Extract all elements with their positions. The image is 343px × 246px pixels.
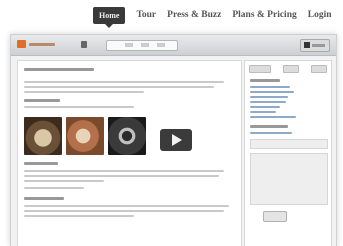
sidebar-toolbar-button bbox=[311, 65, 327, 73]
search-segment bbox=[141, 43, 149, 47]
app-main-pane bbox=[17, 60, 242, 246]
sidebar-toolbar-button bbox=[283, 65, 299, 73]
coffee-photo bbox=[24, 117, 62, 155]
app-search-box bbox=[106, 40, 178, 51]
user-name-placeholder bbox=[312, 44, 325, 47]
text-line bbox=[24, 175, 219, 177]
sidebar-link bbox=[250, 106, 280, 108]
nav-login[interactable]: Login bbox=[308, 10, 332, 20]
nav-press-buzz[interactable]: Press & Buzz bbox=[167, 10, 221, 20]
sidebar-option-box bbox=[250, 139, 328, 149]
sidebar-link bbox=[250, 101, 286, 103]
sidebar-button bbox=[263, 211, 287, 222]
text-line bbox=[24, 205, 229, 207]
sidebar-link bbox=[250, 96, 288, 98]
text-line bbox=[24, 170, 224, 172]
sidebar-heading-placeholder bbox=[250, 79, 280, 82]
text-line bbox=[24, 187, 84, 189]
avatar bbox=[304, 42, 310, 48]
nav-home[interactable]: Home bbox=[93, 6, 126, 28]
sidebar-toolbar-button bbox=[249, 65, 271, 73]
app-sidebar bbox=[244, 60, 332, 246]
text-line bbox=[24, 86, 214, 88]
sidebar-link bbox=[250, 86, 290, 88]
sidebar-heading-placeholder bbox=[250, 125, 288, 128]
app-logo bbox=[17, 40, 55, 48]
logo-mark-icon bbox=[17, 40, 26, 48]
search-segment bbox=[125, 43, 133, 47]
nav-tour[interactable]: Tour bbox=[136, 10, 156, 20]
sidebar-link bbox=[250, 132, 292, 134]
section-heading-placeholder bbox=[24, 197, 64, 200]
coffee-photo bbox=[108, 117, 146, 155]
top-navigation: Home Tour Press & Buzz Plans & Pricing L… bbox=[93, 4, 343, 28]
sidebar-toolbar bbox=[249, 65, 327, 73]
section-heading-placeholder bbox=[24, 99, 60, 102]
text-line bbox=[24, 81, 224, 83]
sidebar-link bbox=[250, 111, 276, 113]
app-user-menu bbox=[300, 39, 330, 52]
text-line bbox=[24, 106, 134, 108]
text-line bbox=[24, 210, 224, 212]
logo-wordmark bbox=[29, 42, 55, 46]
sidebar-link bbox=[250, 91, 294, 93]
search-segment bbox=[157, 43, 165, 47]
nav-plans-pricing[interactable]: Plans & Pricing bbox=[232, 10, 296, 20]
sidebar-panel bbox=[250, 153, 328, 205]
text-line bbox=[24, 91, 144, 93]
page-title-placeholder bbox=[24, 68, 94, 71]
coffee-photo bbox=[66, 117, 104, 155]
section-heading-placeholder bbox=[24, 162, 58, 165]
play-video-button[interactable] bbox=[160, 129, 192, 151]
lock-icon bbox=[81, 41, 87, 48]
text-line bbox=[24, 180, 104, 182]
app-toolbar bbox=[11, 35, 336, 56]
app-preview-frame bbox=[10, 34, 337, 246]
text-line bbox=[24, 215, 134, 217]
sidebar-link bbox=[250, 116, 296, 118]
